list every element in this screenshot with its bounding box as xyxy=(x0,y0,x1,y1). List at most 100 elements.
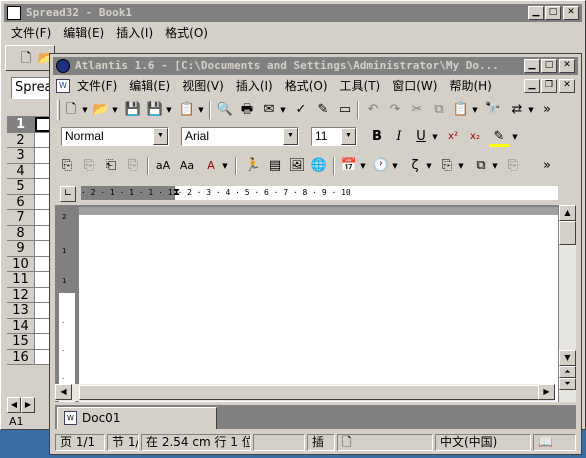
spread-menu-format[interactable]: 格式(O) xyxy=(159,23,214,43)
chevron-down-icon[interactable]: ▼ xyxy=(341,128,356,145)
table-row[interactable]: 13 xyxy=(7,303,57,319)
chevron-down-icon[interactable]: ▼ xyxy=(527,100,535,120)
menu-format[interactable]: 格式(O) xyxy=(279,76,334,96)
table-row[interactable]: 10 xyxy=(7,256,57,272)
chevron-down-icon[interactable]: ▼ xyxy=(471,100,479,120)
scroll-up-icon[interactable]: ▲ xyxy=(559,205,576,221)
cut-format-icon[interactable]: ⎘ xyxy=(79,156,99,176)
symbol-icon[interactable]: ζ xyxy=(405,156,425,176)
table-row[interactable]: 15 xyxy=(7,334,57,350)
redo-icon[interactable]: ↷ xyxy=(385,100,405,120)
spread32-column-header[interactable] xyxy=(7,103,55,117)
toolbar-grip[interactable] xyxy=(57,100,60,120)
chevron-down-icon[interactable]: ▼ xyxy=(165,100,173,120)
close-icon[interactable]: ✕ xyxy=(563,6,579,20)
doc-close-icon[interactable]: ✕ xyxy=(559,79,575,93)
scroll-left-icon[interactable]: ◀ xyxy=(55,384,72,400)
tab-first-icon[interactable]: ◀ xyxy=(7,397,21,413)
chevron-down-icon[interactable]: ▼ xyxy=(111,100,119,120)
maximize-icon[interactable]: □ xyxy=(541,59,557,73)
font-color-icon[interactable]: A xyxy=(201,156,221,176)
page-break-icon[interactable]: ⎘ xyxy=(437,156,457,176)
chevron-down-icon[interactable]: ▼ xyxy=(457,156,465,176)
italic-icon[interactable]: I xyxy=(389,127,409,147)
row-header[interactable]: 11 xyxy=(7,272,35,287)
table-row[interactable]: 16 xyxy=(7,349,57,365)
font-combo[interactable]: Arial ▼ xyxy=(181,127,299,146)
row-header[interactable]: 6 xyxy=(7,194,35,209)
spread-menu-edit[interactable]: 编辑(E) xyxy=(57,23,110,43)
table-row[interactable]: 2 xyxy=(7,132,57,148)
table-row[interactable]: 12 xyxy=(7,287,57,303)
cut-icon[interactable]: ✂ xyxy=(407,100,427,120)
clock-icon[interactable]: 🕐 xyxy=(371,156,391,176)
menu-window[interactable]: 窗口(W) xyxy=(386,76,443,96)
paste-icon[interactable]: 📋 xyxy=(451,100,471,120)
menu-file[interactable]: 文件(F) xyxy=(71,76,123,96)
autocorrect-icon[interactable]: ✎ xyxy=(313,100,333,120)
email-icon[interactable]: ✉ xyxy=(259,100,279,120)
row-header[interactable]: 13 xyxy=(7,303,35,318)
run-icon[interactable]: 🏃 xyxy=(243,156,263,176)
new-document-icon[interactable]: 🗋 xyxy=(16,49,36,69)
row-header[interactable]: 5 xyxy=(7,179,35,194)
find-icon[interactable]: 🔭 xyxy=(483,100,503,120)
underline-icon[interactable]: U xyxy=(411,127,431,147)
menu-edit[interactable]: 编辑(E) xyxy=(123,76,176,96)
print-preview-icon[interactable]: 🔍 xyxy=(215,100,235,120)
font-size-combo[interactable]: 11 ▼ xyxy=(311,127,357,146)
copy-icon[interactable]: ⧉ xyxy=(429,100,449,120)
scroll-right-icon[interactable]: ▶ xyxy=(538,384,555,400)
table-row[interactable]: 4 xyxy=(7,163,57,179)
row-header[interactable]: 3 xyxy=(7,148,35,163)
chevron-down-icon[interactable]: ▼ xyxy=(197,100,205,120)
table-row[interactable]: 5 xyxy=(7,179,57,195)
form-icon[interactable]: ▭ xyxy=(335,100,355,120)
subscript-icon[interactable]: x₂ xyxy=(465,127,485,147)
spread-menu-insert[interactable]: 插入(I) xyxy=(110,23,159,43)
table-row[interactable]: 9 xyxy=(7,241,57,257)
chevron-down-icon[interactable]: ▼ xyxy=(391,156,399,176)
open-folder-icon[interactable]: 📂 xyxy=(91,100,111,120)
chevron-down-icon[interactable]: ▼ xyxy=(283,128,298,145)
undo-icon[interactable]: ↶ xyxy=(363,100,383,120)
menu-tools[interactable]: 工具(T) xyxy=(334,76,387,96)
chevron-down-icon[interactable]: ▼ xyxy=(511,127,519,147)
minimize-icon[interactable]: ▁ xyxy=(524,59,540,73)
chevron-down-icon[interactable]: ▼ xyxy=(153,128,168,145)
scroll-down-icon[interactable]: ▼ xyxy=(559,350,576,366)
row-header[interactable]: 9 xyxy=(7,241,35,256)
row-header[interactable]: 1 xyxy=(7,117,35,132)
chevron-down-icon[interactable]: ▼ xyxy=(221,156,229,176)
toolbar-overflow-icon[interactable]: » xyxy=(537,156,557,176)
scroll-thumb[interactable] xyxy=(79,385,549,400)
doc-minimize-icon[interactable]: ▁ xyxy=(524,79,540,93)
chevron-down-icon[interactable]: ▼ xyxy=(81,100,89,120)
calendar-icon[interactable]: 📅 xyxy=(339,156,359,176)
new-document-icon[interactable]: 🗋 xyxy=(61,100,81,120)
previous-page-icon[interactable]: ⏶ xyxy=(559,366,576,378)
horizontal-scrollbar[interactable]: ◀ ▶ xyxy=(55,384,555,401)
table-row[interactable]: 14 xyxy=(7,318,57,334)
picture-icon[interactable]: 🖼 xyxy=(287,156,307,176)
atlantis-titlebar[interactable]: Atlantis 1.6 - [C:\Documents and Setting… xyxy=(53,57,578,75)
spread-menu-file[interactable]: 文件(F) xyxy=(5,23,57,43)
row-header[interactable]: 14 xyxy=(7,318,35,333)
properties-icon[interactable]: 📋 xyxy=(177,100,197,120)
lowercase-icon[interactable]: aA xyxy=(153,156,173,176)
bookmark-icon[interactable]: ⎘ xyxy=(503,156,523,176)
document-control-icon[interactable]: W xyxy=(56,79,70,93)
vertical-ruler[interactable]: 2 1 1 · · · xyxy=(59,207,75,402)
horizontal-ruler[interactable]: · 2 · 1 · 1 · 1 · 1 · 2 · 3 · 4 · 5 · 6 … xyxy=(81,186,558,200)
chevron-down-icon[interactable]: ▼ xyxy=(279,100,287,120)
table-row[interactable]: 8 xyxy=(7,225,57,241)
chevron-down-icon[interactable]: ▼ xyxy=(425,156,433,176)
table-row[interactable]: 7 xyxy=(7,210,57,226)
style-combo[interactable]: Normal ▼ xyxy=(61,127,169,146)
bold-icon[interactable]: B xyxy=(367,127,387,147)
spread32-titlebar[interactable]: Spread32 - Book1 ▁ □ ✕ xyxy=(4,4,582,22)
change-case-icon[interactable]: Aa xyxy=(177,156,197,176)
print-icon[interactable]: 🖶 xyxy=(237,100,257,120)
table-row[interactable]: 1 xyxy=(7,117,57,133)
row-header[interactable]: 2 xyxy=(7,132,35,147)
